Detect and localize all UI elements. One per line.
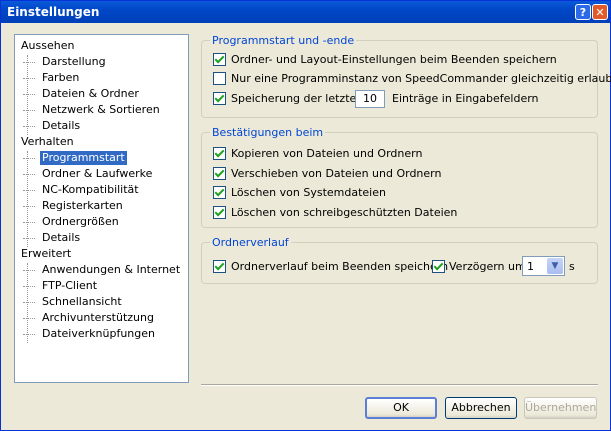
group-title-program-start: Programmstart und -ende (210, 34, 357, 47)
group-confirmations: Bestätigungen beim Kopieren von Dateien … (201, 126, 598, 228)
tree-item[interactable]: Ordnergrößen (23, 215, 121, 229)
tree-item[interactable]: Ordner & Laufwerke (22, 167, 154, 181)
confirm-move-label[interactable]: Verschieben von Dateien und Ordnern (231, 167, 441, 180)
confirm-delete-readonly-checkbox[interactable] (213, 206, 226, 219)
group-program-start: Programmstart und -ende Ordner- und Layo… (201, 34, 611, 118)
save-folder-history-checkbox[interactable] (213, 260, 226, 273)
tree-item[interactable]: Darstellung (23, 55, 108, 69)
tree-item[interactable]: Farben (22, 71, 81, 85)
window-title: Einstellungen (7, 5, 100, 19)
close-button[interactable]: ✕ (592, 4, 608, 20)
settings-tree[interactable]: Aussehen Darstellung Farben Dateien & Ordne… (14, 34, 189, 383)
confirm-copy-checkbox[interactable] (213, 147, 226, 160)
tree-item[interactable]: Details (22, 231, 82, 245)
tree-item[interactable]: Registerkarten (23, 199, 125, 213)
tree-item[interactable]: FTP-Client (22, 279, 99, 293)
save-layout-checkbox[interactable] (213, 53, 226, 66)
save-folder-history-label[interactable]: Ordnerverlauf beim Beenden speichern (231, 260, 448, 273)
tree-category[interactable]: Aussehen (21, 39, 74, 53)
chevron-down-icon[interactable]: ▼ (547, 258, 563, 274)
tree-item[interactable]: NC-Kompatibilität (23, 183, 141, 197)
cancel-button[interactable]: Abbrechen (445, 397, 517, 419)
confirm-delete-system-checkbox[interactable] (213, 186, 226, 199)
history-entries-checkbox[interactable] (213, 92, 226, 105)
group-title-confirmations: Bestätigungen beim (210, 126, 326, 139)
delay-checkbox[interactable] (432, 260, 445, 273)
group-title-folder-history: Ordnerverlauf (210, 236, 291, 249)
tree-item[interactable]: Details (22, 119, 82, 133)
delay-label[interactable]: Verzögern um (449, 260, 526, 273)
apply-button[interactable]: Übernehmen (524, 397, 597, 419)
single-instance-checkbox[interactable] (213, 72, 226, 85)
tree-connector-line (27, 55, 28, 135)
history-count-input[interactable]: 10 (355, 90, 385, 108)
confirm-copy-label[interactable]: Kopieren von Dateien und Ordnern (231, 147, 422, 160)
tree-item[interactable]: Dateien & Ordner (23, 87, 141, 101)
tree-category[interactable]: Erweitert (21, 247, 71, 261)
settings-dialog: Einstellungen ? ✕ Aussehen Darstellung Far… (0, 0, 611, 431)
title-bar[interactable]: Einstellungen ? ✕ (1, 1, 610, 23)
confirm-delete-readonly-label[interactable]: Löschen von schreibgeschützten Dateien (231, 206, 457, 219)
tree-connector-line (27, 263, 28, 343)
help-button[interactable]: ? (575, 4, 591, 20)
button-separator (201, 384, 598, 386)
tree-item[interactable]: Netzwerk & Sortieren (23, 103, 162, 117)
group-folder-history: Ordnerverlauf Ordnerverlauf beim Beenden… (201, 236, 598, 284)
history-entries-label[interactable]: Speicherung der letzten (231, 92, 363, 105)
tree-category[interactable]: Verhalten (21, 135, 74, 149)
tree-item[interactable]: Programmstart (23, 151, 127, 165)
tree-item[interactable]: Schnellansicht (23, 295, 124, 309)
tree-item[interactable]: Anwendungen & Internet (22, 263, 182, 277)
history-entries-suffix: Einträge in Eingabefeldern (392, 92, 539, 105)
save-layout-label[interactable]: Ordner- und Layout-Einstellungen beim Be… (231, 53, 557, 66)
delay-seconds-select[interactable]: 1 ▼ (522, 256, 565, 276)
delay-seconds-value: 1 (527, 260, 534, 273)
delay-unit-label: s (569, 260, 575, 273)
confirm-delete-system-label[interactable]: Löschen von Systemdateien (231, 186, 386, 199)
tree-item[interactable]: Archivunterstützung (23, 311, 156, 325)
single-instance-label[interactable]: Nur eine Programminstanz von SpeedComman… (231, 72, 611, 85)
tree-connector-line (27, 151, 28, 247)
ok-button[interactable]: OK (365, 397, 437, 419)
tree-item[interactable]: Dateiverknüpfungen (23, 327, 157, 341)
confirm-move-checkbox[interactable] (213, 167, 226, 180)
